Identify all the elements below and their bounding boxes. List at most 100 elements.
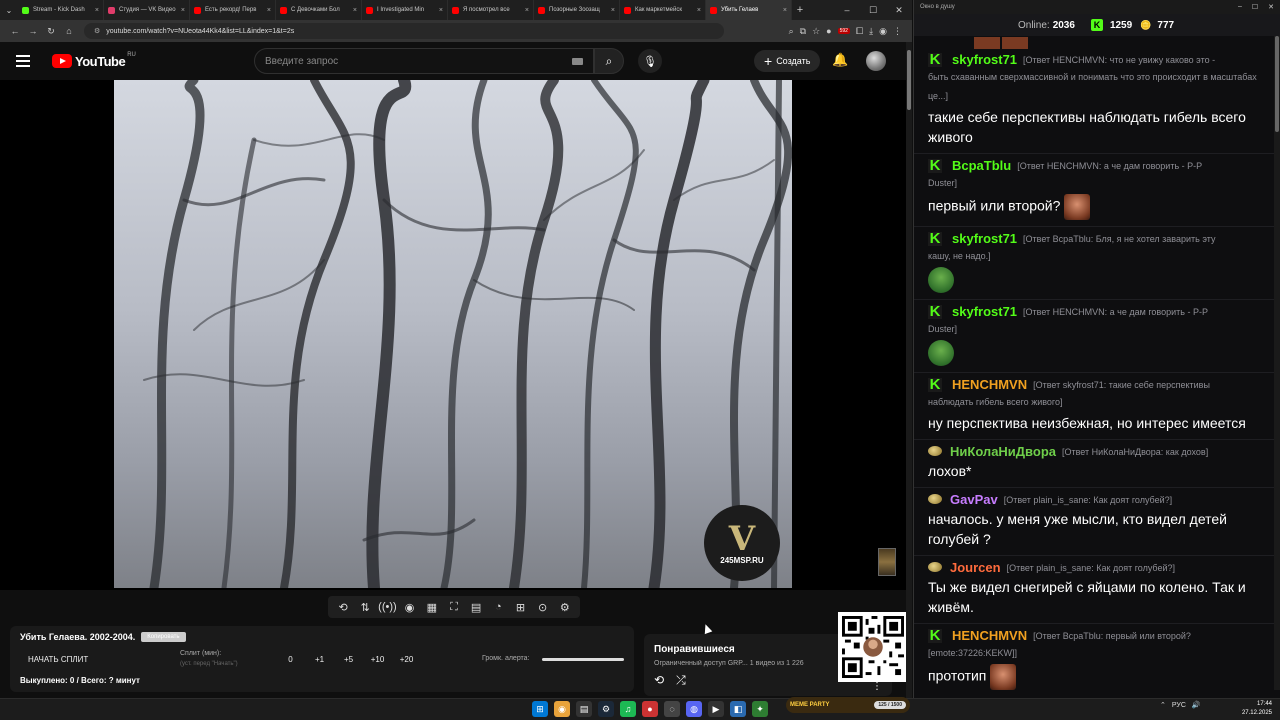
chat-reply-context[interactable]: [Ответ skyfrost71: такие себе перспектив… (1033, 377, 1210, 393)
media-player-icon[interactable]: ▶ (708, 701, 724, 717)
browser-tab[interactable]: Stream - Kick Dash × (18, 0, 104, 20)
chat-username[interactable]: skyfrost71 (952, 52, 1017, 68)
chat-username[interactable]: GavPav (950, 492, 998, 508)
youtube-logo[interactable]: YouTube RU (52, 52, 136, 69)
download-icon[interactable]: ⤓ (869, 26, 873, 37)
chat-message[interactable]: Kskyfrost71 [Ответ HENCHMVN: а че дам гов… (914, 300, 1274, 373)
chat-message[interactable]: Kskyfrost71 [Ответ BcpaTblu: Бля, я не хо… (914, 227, 1274, 300)
volume-icon[interactable]: 🔊 (1192, 701, 1201, 709)
chat-message[interactable]: K BcpaTblu [Ответ HENCHMVN: а че дам говор… (914, 154, 1274, 227)
guide-menu-icon[interactable] (16, 55, 36, 67)
app-grey-icon[interactable]: ◌ (664, 701, 680, 717)
tab-search-icon[interactable]: ⌄ (0, 0, 18, 20)
maximize-icon[interactable]: ☐ (860, 0, 886, 20)
channel-watermark[interactable]: V 245MSP.RU (704, 505, 780, 581)
split-add-1-button[interactable]: +1 (305, 655, 334, 664)
cinema-icon[interactable]: ▦ (422, 601, 442, 614)
chat-reply-context-cont[interactable]: Duster] (928, 174, 1266, 193)
video-frame[interactable]: V 245MSP.RU (114, 80, 792, 588)
url-field[interactable]: ⚙ youtube.com/watch?v=NUeota44Kk4&list=L… (84, 23, 724, 39)
obs-window-icon[interactable]: ◧ (730, 701, 746, 717)
zoom-icon[interactable]: ⌕ (789, 26, 794, 37)
chat-reply-context-cont[interactable]: наблюдать гибель всего живого] (928, 393, 1266, 412)
chat-message[interactable]: K HENCHMVN [Ответ skyfrost71: такие себе п… (914, 373, 1274, 440)
voice-search-button[interactable]: 🎙 (638, 49, 662, 73)
tab-close-icon[interactable]: × (178, 7, 185, 14)
chat-reply-context[interactable]: [Ответ BcpaTblu: первый или второй? (1033, 628, 1191, 644)
tab-close-icon[interactable]: × (436, 7, 443, 14)
tab-close-icon[interactable]: × (350, 7, 357, 14)
tray-overflow-icon[interactable]: ⌃ (1160, 701, 1166, 709)
home-icon[interactable]: ⌂ (60, 26, 78, 36)
extension-icon[interactable]: ● (826, 26, 831, 36)
steam-icon[interactable]: ⚙ (598, 701, 614, 717)
chat-reply-context[interactable]: [Ответ HENCHMVN: что не увижу каково это… (1023, 52, 1215, 68)
browser-tab[interactable]: Есть рекорд! Перв × (190, 0, 276, 20)
discord-icon[interactable]: ◍ (686, 701, 702, 717)
forward-icon[interactable]: → (24, 26, 42, 36)
avatar[interactable] (866, 51, 886, 71)
browser-tab[interactable]: С Девочками Бол × (276, 0, 362, 20)
chrome-icon[interactable]: ◉ (554, 701, 570, 717)
add-icon[interactable]: ⊞ (510, 601, 530, 614)
chat-reply-context[interactable]: [Ответ НиКолаНиДвора: как дохов] (1062, 444, 1208, 460)
app-red-icon[interactable]: ● (642, 701, 658, 717)
start-split-button[interactable]: НАЧАТЬ СПЛИТ (28, 655, 88, 664)
loop-icon[interactable]: ⟲ (333, 601, 353, 614)
chat-username[interactable]: HENCHMVN (952, 377, 1027, 393)
lang-indicator[interactable]: РУС (1172, 702, 1186, 709)
browser-tab[interactable]: I Investigated Min × (362, 0, 448, 20)
chat-username[interactable]: HENCHMVN (952, 628, 1027, 644)
chat-reply-context-cont[interactable]: быть схаванным сверхмассивной и понимать… (928, 68, 1266, 106)
alert-volume-slider[interactable] (542, 658, 624, 661)
more-options-icon[interactable]: ⋮ (872, 681, 882, 692)
chat-close-icon[interactable]: ✕ (1268, 3, 1274, 11)
site-info-icon[interactable]: ⚙ (94, 27, 100, 35)
tab-close-icon[interactable]: × (780, 7, 787, 14)
chat-reply-context[interactable]: [Ответ BcpaTblu: Бля, я не хотел заварит… (1023, 231, 1215, 247)
tab-close-icon[interactable]: × (608, 7, 615, 14)
fullscreen-icon[interactable]: ⛶ (444, 601, 464, 614)
reload-icon[interactable]: ↻ (42, 26, 60, 37)
chat-username[interactable]: Jourcen (950, 560, 1001, 576)
clock[interactable]: 17:44 27.12.2025 (1232, 700, 1272, 718)
audio-icon[interactable]: ((•)) (377, 601, 397, 613)
screenshot-icon[interactable]: ⊙ (533, 601, 553, 614)
speed-icon[interactable]: ◔ (488, 601, 508, 613)
start-windows-icon[interactable]: ⊞ (532, 701, 548, 717)
split-add-5-button[interactable]: +5 (334, 655, 363, 664)
browser-tab[interactable]: Как маркетмейск × (620, 0, 706, 20)
chat-reply-context-cont[interactable]: Duster] (928, 320, 1266, 339)
chat-maximize-icon[interactable]: ☐ (1252, 3, 1258, 11)
sort-icon[interactable]: ⇅ (355, 601, 375, 614)
meme-party-widget[interactable]: MEME PARTY 125 / 1500 (786, 697, 910, 713)
playlist-loop-icon[interactable]: ⟲ (654, 673, 664, 688)
chat-reply-context[interactable]: [Ответ plain_is_sane: Как доят голубей?] (1007, 560, 1175, 576)
minimize-icon[interactable]: – (834, 0, 860, 20)
back-icon[interactable]: ← (6, 26, 24, 36)
settings-gear-icon[interactable]: ⚙ (555, 601, 575, 614)
end-screen-thumbnail[interactable] (878, 548, 896, 576)
browser-tab[interactable]: Я посмотрел все × (448, 0, 534, 20)
keyboard-icon[interactable] (572, 57, 583, 65)
tab-close-icon[interactable]: × (92, 7, 99, 14)
chat-scrollbar[interactable] (1274, 36, 1280, 690)
chat-username[interactable]: skyfrost71 (952, 304, 1017, 320)
chat-message[interactable]: НиКолаНиДвора [Ответ НиКолаНиДвора: как д… (914, 440, 1274, 488)
page-scrollbar[interactable] (906, 42, 912, 698)
new-tab-button[interactable]: + (792, 4, 808, 16)
browser-tab[interactable]: Убить Гелаев × (706, 0, 792, 20)
eye-icon[interactable]: ◉ (400, 601, 420, 614)
chat-message[interactable]: Jourcen [Ответ plain_is_sane: Как доят го… (914, 556, 1274, 624)
tab-close-icon[interactable]: × (694, 7, 701, 14)
filter-icon[interactable]: ▤ (466, 601, 486, 614)
tab-close-icon[interactable]: × (264, 7, 271, 14)
tab-close-icon[interactable]: × (522, 7, 529, 14)
chat-reply-context-cont[interactable]: [emote:37226:KEKW]] (928, 644, 1266, 663)
browser-tab[interactable]: Позорные Зоозащ × (534, 0, 620, 20)
chat-message[interactable]: K HENCHMVN [Ответ BcpaTblu: первый или вто… (914, 624, 1274, 690)
extension-badge[interactable]: 592 (837, 28, 850, 34)
chat-message[interactable]: GavPav [Ответ plain_is_sane: Как доят гол… (914, 488, 1274, 556)
chat-reply-context[interactable]: [Ответ HENCHMVN: а че дам говорить - P-P (1017, 158, 1202, 174)
browser-menu-icon[interactable]: ⋮ (893, 26, 902, 37)
